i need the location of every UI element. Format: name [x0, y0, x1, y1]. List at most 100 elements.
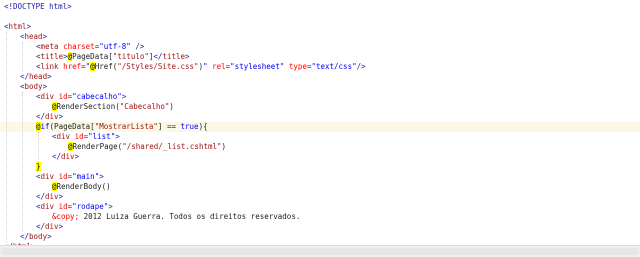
code-token: > [115, 132, 120, 141]
code-token: > [108, 202, 113, 211]
code-text: </div> [36, 192, 63, 202]
code-token: </ [36, 112, 46, 121]
code-token: div [45, 222, 59, 231]
indent-guide [22, 42, 23, 72]
code-line[interactable]: <body> [0, 82, 640, 92]
code-token: div [40, 92, 55, 101]
code-text: <!DOCTYPE html> [4, 2, 72, 12]
code-token: "MostrarLista" [94, 122, 158, 131]
code-token: > [185, 52, 190, 61]
horizontal-scrollbar[interactable] [0, 245, 640, 257]
code-token: <!DOCTYPE html> [4, 2, 72, 11]
code-token: head [24, 32, 43, 41]
code-line[interactable]: &copy; 2012 Luiza Guerra. Todos os direi… [0, 212, 640, 222]
code-line[interactable]: <meta charset="utf-8" /> [0, 42, 640, 52]
code-line[interactable]: <title>@PageData["titulo"]</title> [0, 52, 640, 62]
code-line[interactable]: <div id="main"> [0, 172, 640, 182]
code-token: title [162, 52, 186, 61]
code-text: <html> [4, 22, 31, 32]
code-token: 2012 Luiza Guerra. Todos os direitos res… [79, 212, 301, 221]
code-text: <div id="list"> [52, 132, 120, 142]
code-token: </ [36, 192, 46, 201]
code-token: "Cabecalho" [119, 102, 170, 111]
code-token: html [8, 22, 27, 31]
code-line[interactable]: </div> [0, 222, 640, 232]
code-token: "main" [72, 172, 100, 181]
code-line[interactable]: <div id="rodape"> [0, 202, 640, 212]
code-token: ) [169, 102, 174, 111]
code-token: "/shared/_list.cshtml" [122, 142, 222, 151]
code-line-highlighted[interactable]: @if(PageData["MostrarLista"] == true){ [0, 122, 640, 132]
code-token: id [74, 132, 84, 141]
code-token: id [58, 172, 68, 181]
code-line[interactable]: </head> [0, 72, 640, 82]
code-line[interactable]: </div> [0, 112, 640, 122]
code-token: > [58, 222, 64, 231]
code-token: > [47, 232, 52, 241]
code-line[interactable] [0, 12, 640, 22]
code-line[interactable]: <!DOCTYPE html> [0, 2, 640, 12]
code-token: title [40, 52, 64, 61]
code-token: > [58, 192, 64, 201]
code-editor[interactable]: <!DOCTYPE html> <html> <head> <meta charset… [0, 0, 640, 251]
code-token: meta [40, 42, 59, 51]
code-token: ] == [157, 122, 181, 131]
code-text: </div> [36, 112, 63, 122]
code-token: div [40, 172, 55, 181]
code-token: rel [212, 62, 226, 71]
code-line[interactable]: <div id="list"> [0, 132, 640, 142]
code-line[interactable]: <div id="cabecalho"> [0, 92, 640, 102]
code-token: RenderBody() [56, 182, 111, 191]
indent-guide [38, 132, 39, 162]
code-text: @RenderSection("Cabecalho") [52, 102, 174, 112]
code-line[interactable]: <head> [0, 32, 640, 42]
code-token: "utf-8" [99, 42, 131, 51]
code-line[interactable]: } [0, 162, 640, 172]
code-token: id [58, 92, 68, 101]
code-token: ) [221, 142, 227, 151]
code-token: "stylesheet" [230, 62, 285, 71]
code-line[interactable]: </body> [0, 232, 640, 242]
code-line[interactable]: </div> [0, 192, 640, 202]
code-text: <div id="rodape"> [36, 202, 113, 212]
indent-guide [6, 32, 7, 242]
code-text: </head> [20, 72, 52, 82]
razor-token: } [36, 162, 41, 171]
code-text: &copy; 2012 Luiza Guerra. Todos os direi… [52, 212, 300, 222]
code-line[interactable]: @RenderBody() [0, 182, 640, 192]
code-text: @RenderPage("/shared/_list.cshtml") [68, 142, 226, 152]
code-token: /> [356, 62, 366, 71]
code-text: @RenderBody() [52, 182, 111, 192]
code-line[interactable]: <html> [0, 22, 640, 32]
code-token: > [47, 72, 52, 81]
code-token: link [40, 62, 59, 71]
code-token: div [45, 112, 59, 121]
code-token: "/Styles/Site.css" [117, 62, 199, 71]
code-text: } [36, 162, 41, 172]
code-text: <link href="@Href("/Styles/Site.css")" r… [36, 62, 366, 72]
code-token: div [45, 192, 59, 201]
code-token: true [180, 122, 199, 131]
scrollbar-thumb[interactable] [2, 248, 638, 255]
code-text: </div> [52, 152, 79, 162]
code-line[interactable]: @RenderPage("/shared/_list.cshtml") [0, 142, 640, 152]
code-line[interactable]: </div> [0, 152, 640, 162]
code-token: > [42, 32, 48, 41]
code-text: <body> [20, 82, 47, 92]
code-token: PageData[ [72, 52, 113, 61]
code-token: > [42, 82, 48, 91]
code-line[interactable]: <link href="@Href("/Styles/Site.css")" r… [0, 62, 640, 72]
code-text: <head> [20, 32, 47, 42]
code-line[interactable]: @RenderSection("Cabecalho") [0, 102, 640, 112]
code-token: </ [36, 222, 46, 231]
code-token: </ [52, 152, 62, 161]
code-token: charset [63, 42, 95, 51]
code-token: > [58, 112, 64, 121]
code-token: "cabecalho" [72, 92, 122, 101]
code-text: <div id="main"> [36, 172, 104, 182]
code-token: "text/css" [311, 62, 357, 71]
code-token: div [56, 132, 71, 141]
code-token: > [74, 152, 80, 161]
code-token: Href( [94, 62, 118, 71]
code-text: </div> [36, 222, 63, 232]
